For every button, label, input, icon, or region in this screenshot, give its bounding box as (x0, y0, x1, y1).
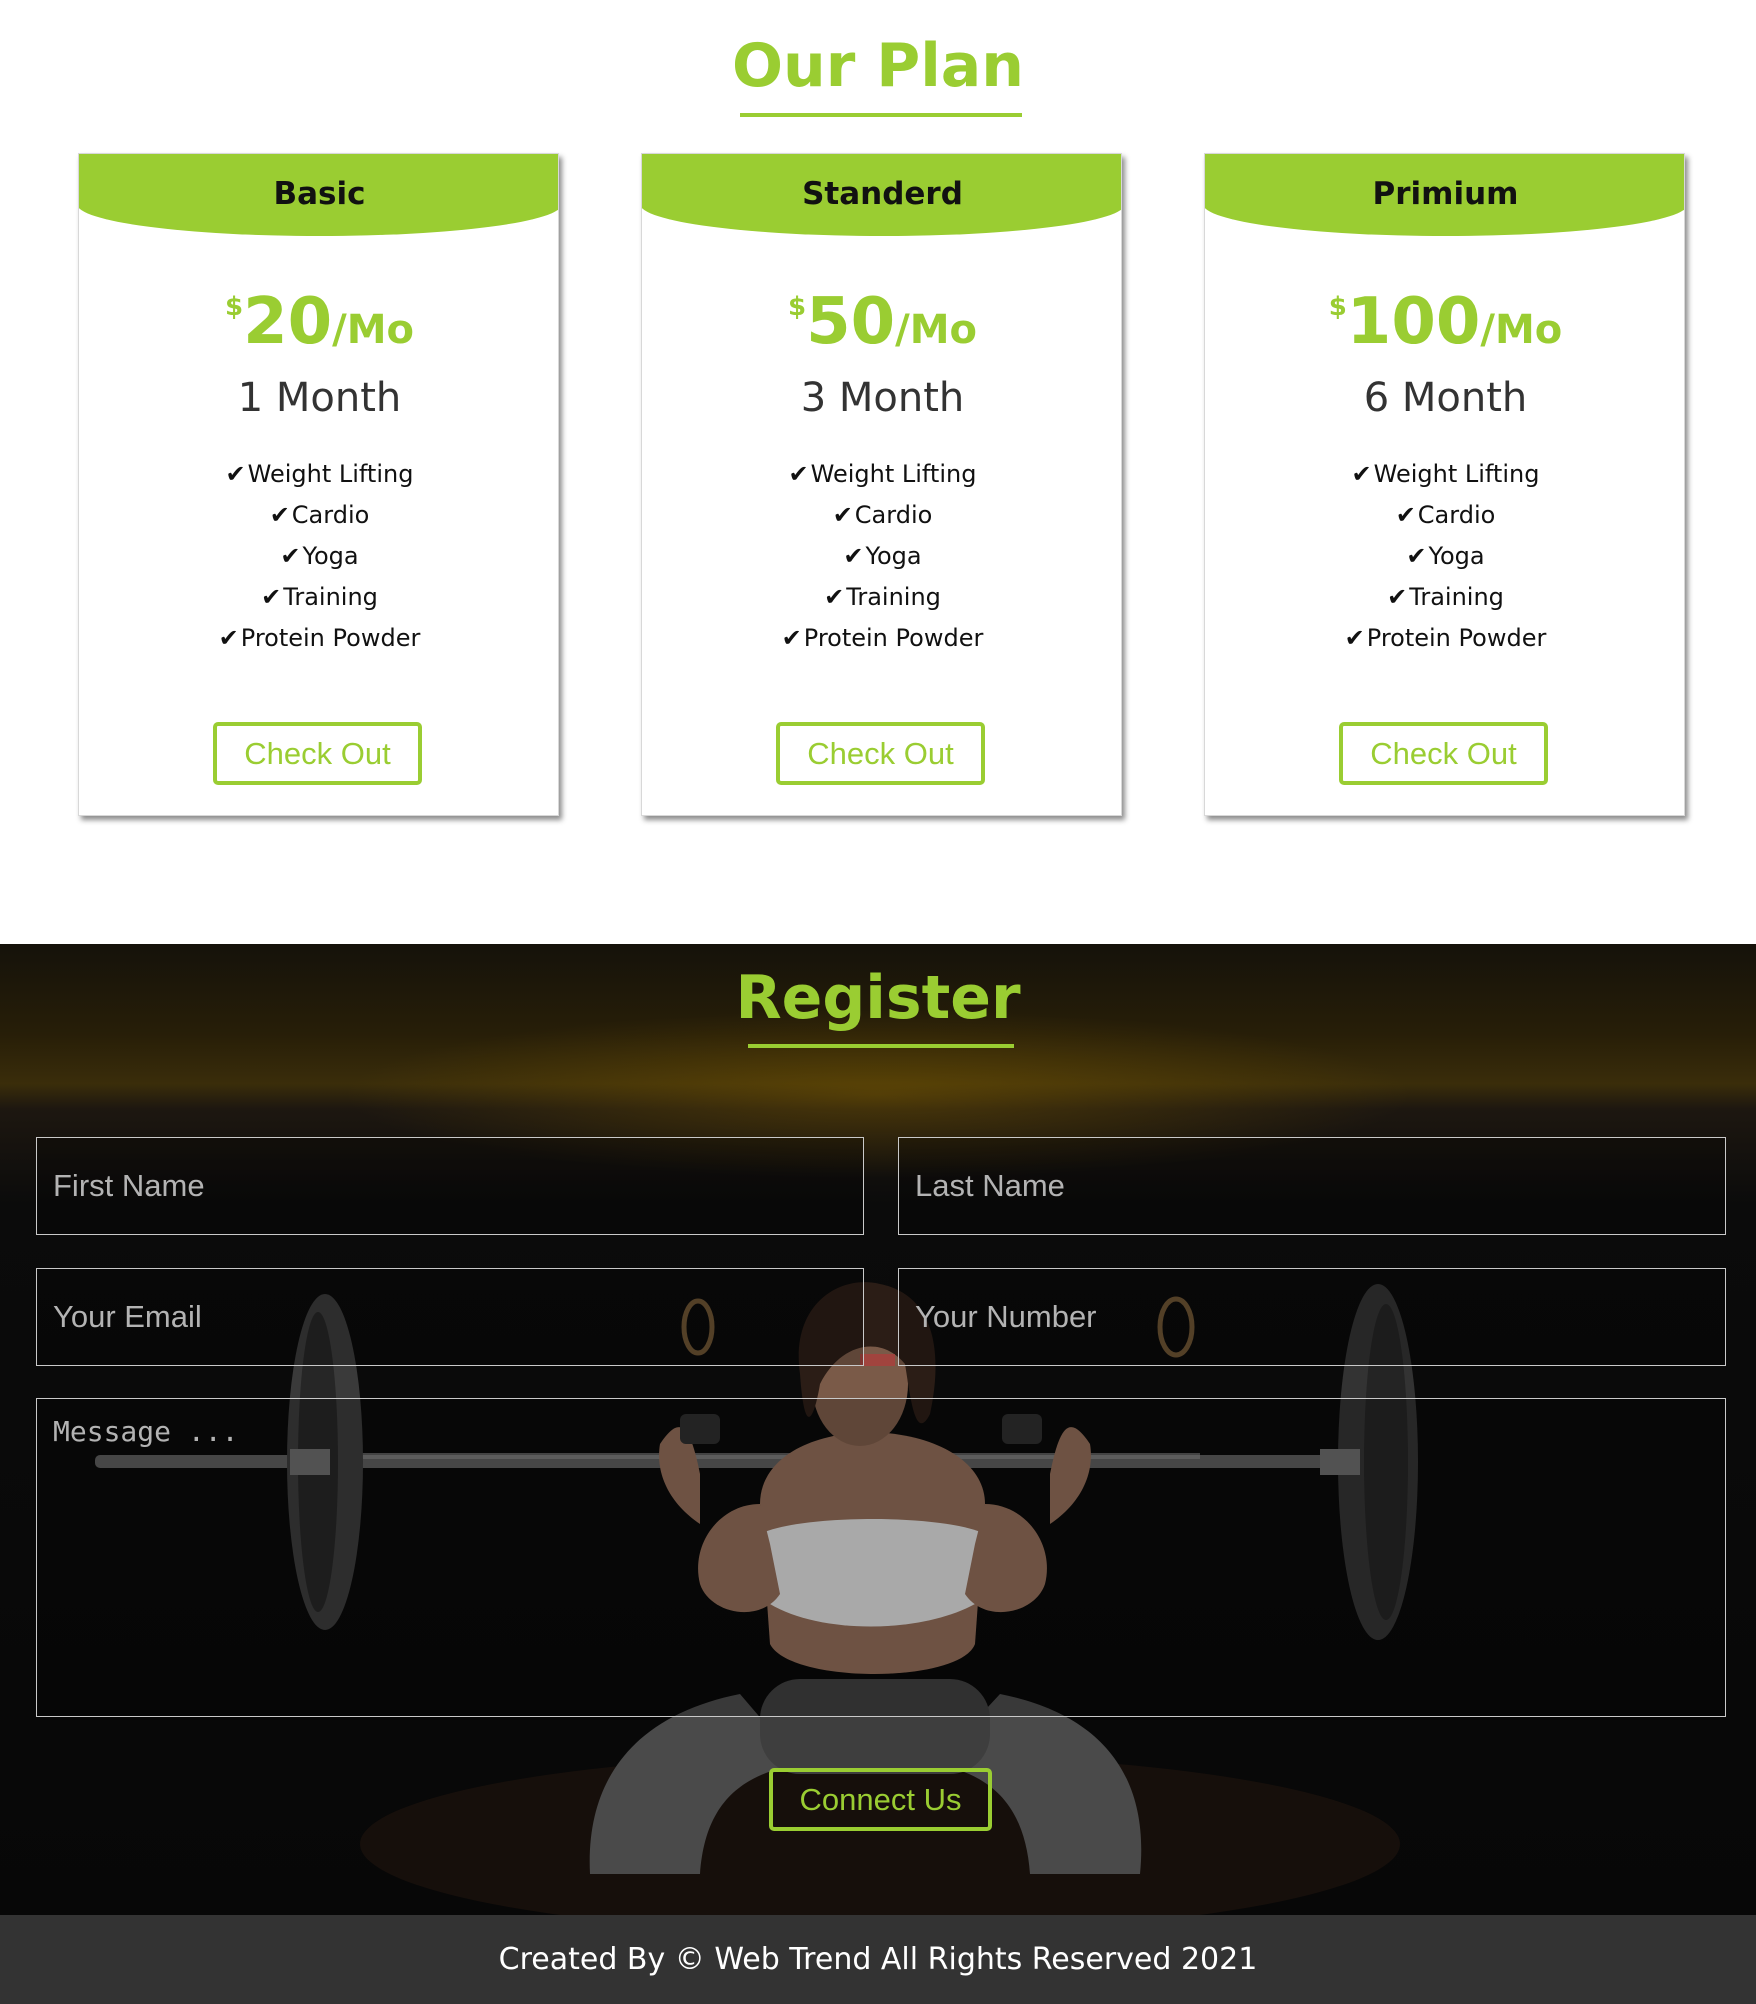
plan-card-primium: Primium $100/Mo 6 Month ✔Weight Lifting … (1204, 153, 1685, 816)
check-icon: ✔ (788, 460, 809, 488)
feature-label: Protein Powder (803, 624, 984, 652)
check-out-button-basic[interactable]: Check Out (213, 722, 422, 785)
feature-label: Training (1409, 583, 1504, 611)
register-title: Register (735, 963, 1021, 1033)
plan-price: $100/Mo (1205, 290, 1684, 354)
feature-item: ✔Cardio (1205, 495, 1684, 536)
email-input[interactable] (36, 1268, 864, 1366)
price-amount: 50 (806, 285, 896, 359)
check-out-button-standerd[interactable]: Check Out (776, 722, 985, 785)
feature-item: ✔Protein Powder (79, 618, 558, 659)
feature-item: ✔Yoga (79, 536, 558, 577)
plan-duration: 3 Month (800, 375, 965, 421)
feature-item: ✔Training (1205, 577, 1684, 618)
plan-price: $50/Mo (642, 290, 1121, 354)
check-icon: ✔ (843, 542, 864, 570)
price-currency: $ (787, 292, 807, 322)
plans-section: Our Plan Basic $20/Mo 1 Month ✔Weight Li… (0, 0, 1756, 944)
connect-us-button[interactable]: Connect Us (769, 1768, 992, 1831)
plan-card-standerd: Standerd $50/Mo 3 Month ✔Weight Lifting … (641, 153, 1122, 816)
feature-label: Yoga (865, 542, 922, 570)
message-textarea[interactable] (36, 1398, 1726, 1717)
check-icon: ✔ (280, 542, 301, 570)
feature-label: Training (846, 583, 941, 611)
price-period: /Mo (332, 307, 415, 353)
check-icon: ✔ (225, 460, 246, 488)
feature-item: ✔Cardio (79, 495, 558, 536)
feature-label: Weight Lifting (1373, 460, 1540, 488)
plan-name: Primium (1372, 176, 1519, 212)
plan-duration: 6 Month (1363, 375, 1528, 421)
feature-item: ✔Weight Lifting (79, 454, 558, 495)
feature-item: ✔Protein Powder (642, 618, 1121, 659)
feature-item: ✔Training (642, 577, 1121, 618)
plan-price: $20/Mo (79, 290, 558, 354)
feature-item: ✔Training (79, 577, 558, 618)
feature-label: Weight Lifting (810, 460, 977, 488)
check-icon: ✔ (832, 501, 853, 529)
feature-item: ✔Weight Lifting (1205, 454, 1684, 495)
plans-title: Our Plan (732, 31, 1024, 101)
check-icon: ✔ (824, 583, 845, 611)
feature-item: ✔Yoga (1205, 536, 1684, 577)
plan-features: ✔Weight Lifting ✔Cardio ✔Yoga ✔Training … (642, 454, 1121, 659)
feature-label: Yoga (302, 542, 359, 570)
check-icon: ✔ (1395, 501, 1416, 529)
check-icon: ✔ (1387, 583, 1408, 611)
feature-label: Yoga (1428, 542, 1485, 570)
plan-name: Standerd (802, 176, 963, 212)
check-icon: ✔ (269, 501, 290, 529)
feature-item: ✔Weight Lifting (642, 454, 1121, 495)
price-amount: 20 (243, 285, 333, 359)
feature-label: Protein Powder (240, 624, 421, 652)
plan-name: Basic (273, 176, 366, 212)
feature-label: Training (283, 583, 378, 611)
first-name-input[interactable] (36, 1137, 864, 1235)
footer: Created By © Web Trend All Rights Reserv… (0, 1915, 1756, 2004)
price-period: /Mo (1480, 307, 1563, 353)
check-icon: ✔ (1406, 542, 1427, 570)
check-out-button-primium[interactable]: Check Out (1339, 722, 1548, 785)
feature-label: Cardio (854, 501, 933, 529)
phone-number-input[interactable] (898, 1268, 1726, 1366)
plan-features: ✔Weight Lifting ✔Cardio ✔Yoga ✔Training … (1205, 454, 1684, 659)
footer-copyright: Created By © Web Trend All Rights Reserv… (498, 1942, 1258, 1977)
feature-item: ✔Protein Powder (1205, 618, 1684, 659)
check-icon: ✔ (781, 624, 802, 652)
plan-card-basic: Basic $20/Mo 1 Month ✔Weight Lifting ✔Ca… (78, 153, 559, 816)
feature-label: Protein Powder (1366, 624, 1547, 652)
feature-label: Cardio (1417, 501, 1496, 529)
price-amount: 100 (1346, 285, 1481, 359)
check-icon: ✔ (1344, 624, 1365, 652)
check-icon: ✔ (261, 583, 282, 611)
register-title-underline (748, 1044, 1014, 1048)
price-currency: $ (1328, 292, 1347, 322)
price-currency: $ (224, 292, 244, 322)
feature-item: ✔Yoga (642, 536, 1121, 577)
check-icon: ✔ (218, 624, 239, 652)
feature-item: ✔Cardio (642, 495, 1121, 536)
plan-features: ✔Weight Lifting ✔Cardio ✔Yoga ✔Training … (79, 454, 558, 659)
last-name-input[interactable] (898, 1137, 1726, 1235)
plans-title-underline (740, 113, 1022, 117)
plan-duration: 1 Month (237, 375, 402, 421)
feature-label: Cardio (291, 501, 370, 529)
price-period: /Mo (895, 307, 978, 353)
register-section: Register Connect Us (0, 944, 1756, 1915)
feature-label: Weight Lifting (247, 460, 414, 488)
check-icon: ✔ (1351, 460, 1372, 488)
